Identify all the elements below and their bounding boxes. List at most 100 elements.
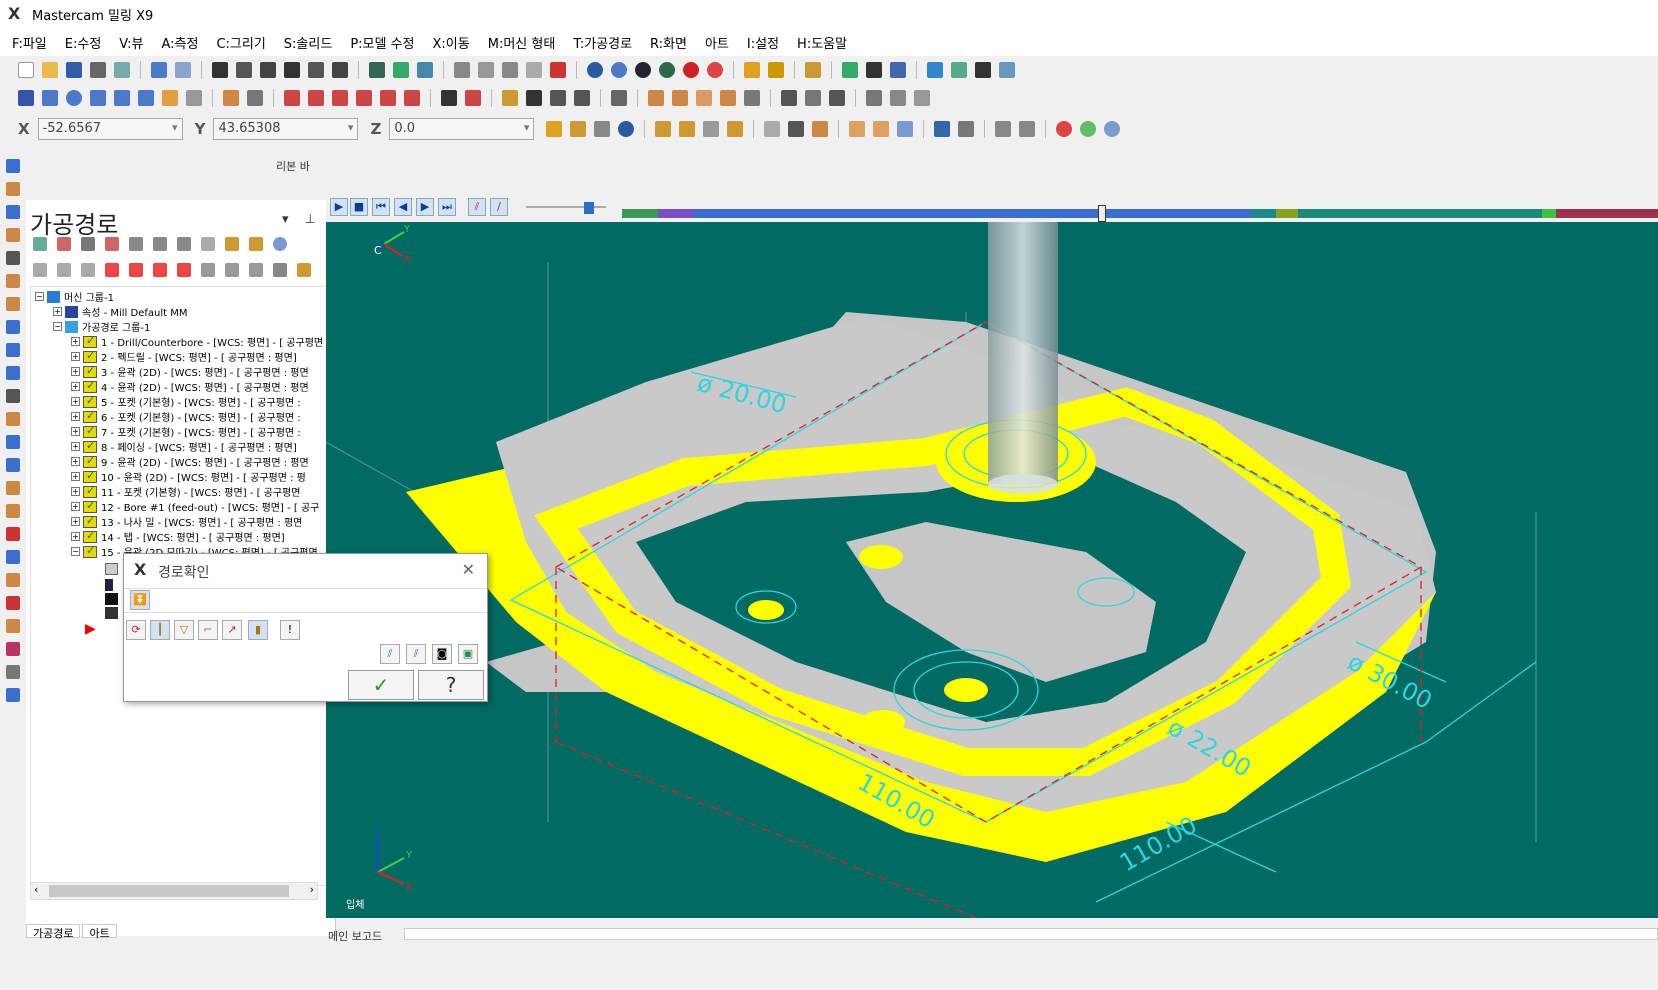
toolpath-trim-icon[interactable] [6,389,20,403]
box-icon[interactable] [829,90,845,106]
circle-icon[interactable] [66,90,82,106]
zoom-window-icon[interactable] [236,62,252,78]
op15-toolpath[interactable] [105,605,122,620]
horizontal-dim-icon[interactable] [550,90,566,106]
render-icon[interactable] [683,62,699,78]
tree-machine-group[interactable]: − 머신 그룹-1 [35,289,114,304]
xform-array-icon[interactable] [404,90,420,106]
toolpath-project-icon[interactable] [6,573,20,587]
menu-create[interactable]: C:그리기 [216,33,265,52]
arc-icon[interactable] [114,90,130,106]
toolpath-check-icon[interactable] [6,596,20,610]
select-all-icon[interactable] [655,121,672,137]
fit-icon[interactable] [212,62,228,78]
view-menu-icon[interactable] [550,62,566,78]
rotate-icon[interactable] [369,62,385,78]
menu-settings[interactable]: I:설정 [747,33,779,52]
view-iso-icon[interactable] [526,62,542,78]
select-only-icon[interactable] [679,121,696,137]
operation-5[interactable]: +5 - 포켓 (기본형) - [WCS: 평면] - [ 공구평면 : [71,394,301,409]
surface-icon[interactable] [186,90,202,106]
toggle-display-icon[interactable] [57,263,71,277]
camera-icon[interactable]: ◙ [432,644,452,664]
display-rapid-icon[interactable]: ⌐ [198,620,218,640]
trace-mode-icon[interactable]: ⫽ [468,198,486,216]
menu-art[interactable]: 아트 [705,33,729,52]
scroll-right-icon[interactable]: › [310,883,314,896]
point-icon[interactable] [18,90,34,106]
toolpath-3d-icon[interactable] [6,297,20,311]
toolpath-contour-icon[interactable] [6,159,20,173]
simulate-icon[interactable] [177,237,191,251]
info-help-icon[interactable] [618,121,635,137]
solid-edge-icon[interactable] [873,121,890,137]
open-file-icon[interactable] [42,62,58,78]
sigma-icon[interactable] [975,62,991,78]
tool-manager-icon[interactable] [744,90,760,106]
autocursor-icon[interactable] [570,121,587,137]
menu-toolpaths[interactable]: T:가공경로 [573,33,632,52]
chain-select-icon[interactable] [727,121,744,137]
toolpath-pocket-icon[interactable] [6,205,20,219]
print-icon[interactable] [90,62,106,78]
menu-model-prep[interactable]: P:모델 수정 [350,33,414,52]
wcs-icon[interactable] [890,90,906,106]
tab-toolpaths[interactable]: 가공경로 [26,924,81,940]
display-tool-icon[interactable] [249,263,263,277]
markup-icon[interactable] [768,62,784,78]
note-icon[interactable] [502,90,518,106]
save-geometry-icon[interactable]: ⫽ [380,644,400,664]
machine-icon[interactable] [866,90,882,106]
verify-ops-icon[interactable] [153,237,167,251]
unzoom-icon[interactable] [308,62,324,78]
cancel-icon[interactable] [1056,121,1073,137]
display-endpoints-icon[interactable]: ↗ [222,620,242,640]
toolpath-finish-icon[interactable] [6,642,20,656]
quick-verify-icon[interactable]: ▮ [248,620,268,640]
cursor-icon[interactable] [788,121,805,137]
image-icon[interactable] [951,62,967,78]
view-front-icon[interactable] [478,62,494,78]
toolpath-drill-icon[interactable] [6,182,20,196]
view-right-icon[interactable] [502,62,518,78]
op15-parameters[interactable] [105,561,122,576]
rectangle-icon[interactable] [90,90,106,106]
speed-slider-track[interactable] [526,206,606,208]
display-toolpath-icon[interactable]: ⟳ [126,620,146,640]
scrollbar-thumb[interactable] [49,885,289,897]
vertical-dim-icon[interactable] [574,90,590,106]
toggle-post-icon[interactable] [81,263,95,277]
hidden-line-icon[interactable] [635,62,651,78]
trim-icon[interactable] [223,90,239,106]
operation-8[interactable]: +8 - 페이싱 - [WCS: 평면] - [ 공구평면 : 평면] [71,439,297,454]
panel-help-icon[interactable] [273,237,287,251]
scroll-left-icon[interactable]: ‹ [34,883,38,896]
copy-icon[interactable] [1019,121,1036,137]
leader-icon[interactable] [526,90,542,106]
redo-icon[interactable] [175,62,191,78]
component-icon[interactable] [720,90,736,106]
ok-icon[interactable] [1080,121,1097,137]
toolpath-misc-icon[interactable] [6,665,20,679]
tree-toolpath-group[interactable]: − 가공경로 그룹-1 [53,319,150,334]
display-holder-icon[interactable] [273,263,287,277]
dimension-icon[interactable] [441,90,457,106]
operation-9[interactable]: +9 - 윤곽 (2D) - [WCS: 평면] - [ 공구평면 : 평면 [71,454,309,469]
highfeed-icon[interactable] [249,237,263,251]
display-tool-icon[interactable]: ┃ [150,620,170,640]
xform-translate-icon[interactable] [284,90,300,106]
operation-2[interactable]: +2 - 펙드릴 - [WCS: 평면] - [ 공구평면 : 평면] [71,349,297,364]
menu-screen[interactable]: R:화면 [650,33,687,52]
move-icon[interactable] [995,121,1012,137]
xform-offset-icon[interactable] [380,90,396,106]
x-coordinate-input[interactable]: -52.6567 [37,118,183,140]
undo-icon[interactable] [151,62,167,78]
operation-1[interactable]: +1 - Drill/Counterbore - [WCS: 평면] - [ 공… [71,334,323,349]
toolpath-slot-icon[interactable] [6,251,20,265]
line-icon[interactable] [42,90,58,106]
lock-icon[interactable] [33,263,47,277]
xform-rotate-icon[interactable] [308,90,324,106]
toolpath-peel-icon[interactable] [6,481,20,495]
scroll-insert-icon[interactable] [177,263,191,277]
toolpath-wireframe-icon[interactable] [6,435,20,449]
